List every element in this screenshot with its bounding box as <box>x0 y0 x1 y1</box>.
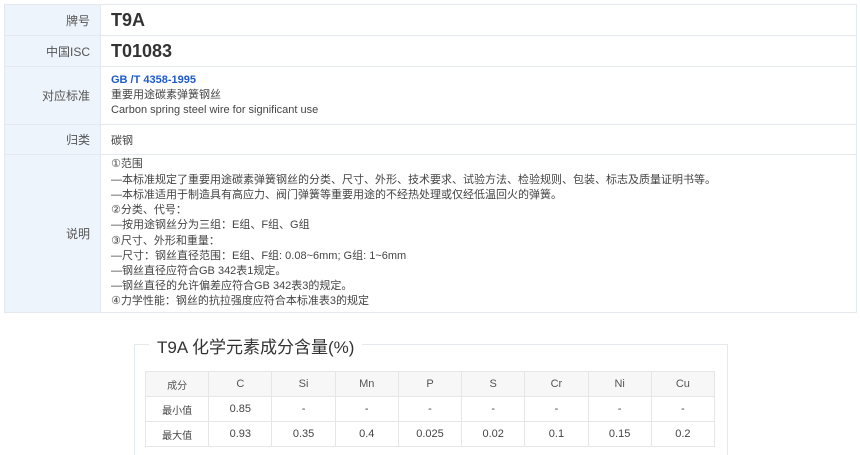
composition-panel: T9A 化学元素成分含量(%) 成分 C Si Mn P S Cr Ni Cu … <box>134 333 728 455</box>
table-cell: 0.15 <box>587 421 652 447</box>
description-line: —钢丝直径应符合GB 342表1规定。 <box>111 264 287 277</box>
row-label: 最大值 <box>144 421 210 447</box>
description-line: —本标准适用于制造具有高应力、阀门弹簧等重要用途的不经热处理或仅经低温回火的弹簧… <box>111 188 562 201</box>
header-cell: Si <box>271 371 336 397</box>
composition-header-row: 成分 C Si Mn P S Cr Ni Cu <box>144 371 716 397</box>
table-cell: 0.025 <box>397 421 463 447</box>
material-info-table: 牌号 T9A 中国ISC T01083 对应标准 GB /T 4358-1995… <box>4 4 857 313</box>
description-line: ④力学性能：钢丝的抗拉强度应符合本标准表3的规定 <box>111 295 369 308</box>
header-cell: Mn <box>334 371 399 397</box>
table-cell: 0.35 <box>271 421 336 447</box>
category-label: 归类 <box>4 124 101 155</box>
table-cell: - <box>524 396 589 422</box>
standard-name-en: Carbon spring steel wire for significant… <box>111 104 319 116</box>
header-cell: Cr <box>524 371 589 397</box>
grade-label: 牌号 <box>4 4 101 36</box>
description-line: ②分类、代号： <box>111 204 187 217</box>
composition-table: 成分 C Si Mn P S Cr Ni Cu 最小值 0.85 - - - -… <box>144 371 716 447</box>
description-line: —尺寸：钢丝直径范围：E组、F组: 0.08~6mm; G组: 1~6mm <box>111 249 407 262</box>
row-label: 最小值 <box>144 396 210 422</box>
composition-max-row: 最大值 0.93 0.35 0.4 0.025 0.02 0.1 0.15 0.… <box>144 421 716 447</box>
table-cell: 0.2 <box>650 421 716 447</box>
description-line: ①范围 <box>111 158 143 171</box>
table-cell: - <box>334 396 399 422</box>
header-cell: 成分 <box>144 371 210 397</box>
table-cell: - <box>587 396 652 422</box>
table-cell: 0.1 <box>524 421 589 447</box>
table-cell: - <box>271 396 336 422</box>
standard-code-link[interactable]: GB /T 4358-1995 <box>111 73 846 88</box>
header-cell: S <box>461 371 526 397</box>
description-line: —本标准规定了重要用途碳素弹簧钢丝的分类、尺寸、外形、技术要求、试验方法、检验规… <box>111 173 716 186</box>
description-line: ③尺寸、外形和重量： <box>111 234 220 247</box>
grade-row: 牌号 T9A <box>4 4 857 36</box>
standard-label: 对应标准 <box>4 66 101 125</box>
description-line: —按用途钢丝分为三组：E组、F组、G组 <box>111 219 310 232</box>
description-line: —钢丝直径的允许偏差应符合GB 342表3的规定。 <box>111 280 353 293</box>
category-value: 碳钢 <box>100 124 857 155</box>
standard-name-cn: 重要用途碳素弹簧钢丝 <box>111 89 221 101</box>
isc-label: 中国ISC <box>4 35 101 67</box>
grade-value: T9A <box>111 10 146 30</box>
description-row: 说明 ①范围 —本标准规定了重要用途碳素弹簧钢丝的分类、尺寸、外形、技术要求、试… <box>4 154 857 313</box>
table-cell: 0.93 <box>208 421 273 447</box>
table-cell: 0.85 <box>208 396 273 422</box>
composition-title: T9A 化学元素成分含量(%) <box>149 333 363 358</box>
isc-value: T01083 <box>111 41 173 61</box>
isc-row: 中国ISC T01083 <box>4 35 857 67</box>
table-cell: - <box>650 396 716 422</box>
table-cell: 0.02 <box>461 421 526 447</box>
table-cell: 0.4 <box>334 421 399 447</box>
table-cell: - <box>461 396 526 422</box>
table-cell: - <box>397 396 463 422</box>
standard-row: 对应标准 GB /T 4358-1995 重要用途碳素弹簧钢丝 Carbon s… <box>4 66 857 125</box>
description-body: ①范围 —本标准规定了重要用途碳素弹簧钢丝的分类、尺寸、外形、技术要求、试验方法… <box>100 154 857 313</box>
header-cell: C <box>208 371 273 397</box>
header-cell: P <box>397 371 463 397</box>
header-cell: Ni <box>587 371 652 397</box>
composition-min-row: 最小值 0.85 - - - - - - - <box>144 396 716 422</box>
description-label: 说明 <box>4 154 101 313</box>
category-row: 归类 碳钢 <box>4 124 857 155</box>
header-cell: Cu <box>650 371 716 397</box>
